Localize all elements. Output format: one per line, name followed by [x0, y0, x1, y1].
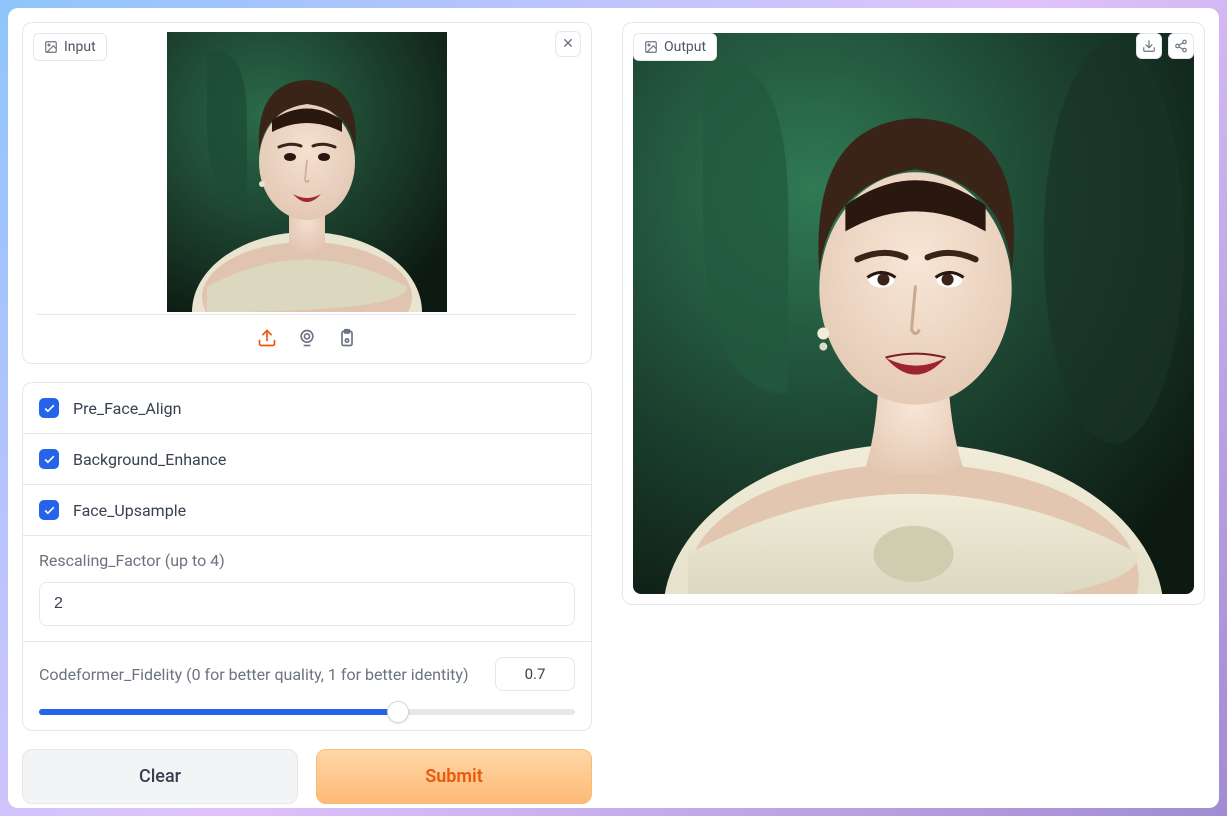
- check-icon: [43, 402, 56, 415]
- rescaling-factor-label: Rescaling_Factor (up to 4): [39, 551, 575, 570]
- slider-fill: [39, 709, 398, 715]
- controls-panel: Pre_Face_Align Background_Enhance Face_U…: [22, 382, 592, 731]
- input-image: [167, 32, 447, 312]
- fidelity-header: Codeformer_Fidelity (0 for better qualit…: [39, 657, 575, 691]
- image-icon: [44, 40, 58, 54]
- share-icon: [1174, 39, 1188, 53]
- slider-thumb[interactable]: [387, 701, 409, 723]
- face-upsample-checkbox[interactable]: [39, 500, 59, 520]
- pre-face-align-row: Pre_Face_Align: [23, 383, 591, 434]
- rescaling-factor-input[interactable]: [39, 582, 575, 626]
- close-input-button[interactable]: ✕: [555, 31, 581, 57]
- output-image[interactable]: [633, 33, 1194, 594]
- codeformer-fidelity-row: Codeformer_Fidelity (0 for better qualit…: [23, 642, 591, 730]
- output-action-icons: [1136, 33, 1194, 59]
- input-panel: Input ✕: [22, 22, 592, 364]
- app-frame: Input ✕: [8, 8, 1219, 808]
- rescaling-factor-row: Rescaling_Factor (up to 4): [23, 536, 591, 642]
- face-upsample-label: Face_Upsample: [73, 501, 186, 520]
- background-enhance-checkbox[interactable]: [39, 449, 59, 469]
- input-action-row: [23, 315, 591, 363]
- pre-face-align-checkbox[interactable]: [39, 398, 59, 418]
- share-button[interactable]: [1168, 33, 1194, 59]
- right-column: Output: [622, 22, 1205, 794]
- output-panel: Output: [622, 22, 1205, 605]
- input-image-zone[interactable]: [37, 37, 577, 315]
- clear-button[interactable]: Clear: [22, 749, 298, 804]
- submit-button[interactable]: Submit: [316, 749, 592, 804]
- left-column: Input ✕: [22, 22, 592, 794]
- background-enhance-row: Background_Enhance: [23, 434, 591, 485]
- input-label-text: Input: [64, 39, 96, 55]
- action-buttons-row: Clear Submit: [22, 749, 592, 804]
- codeformer-fidelity-value[interactable]: 0.7: [495, 657, 575, 691]
- download-button[interactable]: [1136, 33, 1162, 59]
- output-label-badge: Output: [633, 33, 717, 61]
- webcam-icon: [297, 328, 317, 348]
- codeformer-fidelity-label: Codeformer_Fidelity (0 for better qualit…: [39, 665, 481, 684]
- download-icon: [1142, 39, 1156, 53]
- webcam-button[interactable]: [296, 327, 318, 349]
- input-label-badge: Input: [33, 33, 107, 61]
- output-label-text: Output: [664, 39, 706, 55]
- pre-face-align-label: Pre_Face_Align: [73, 399, 181, 418]
- codeformer-fidelity-slider[interactable]: [39, 709, 575, 715]
- upload-icon: [257, 328, 277, 348]
- check-icon: [43, 504, 56, 517]
- clipboard-button[interactable]: [336, 327, 358, 349]
- face-upsample-row: Face_Upsample: [23, 485, 591, 536]
- image-icon: [644, 40, 658, 54]
- clipboard-icon: [337, 328, 357, 348]
- background-enhance-label: Background_Enhance: [73, 450, 226, 469]
- upload-button[interactable]: [256, 327, 278, 349]
- check-icon: [43, 453, 56, 466]
